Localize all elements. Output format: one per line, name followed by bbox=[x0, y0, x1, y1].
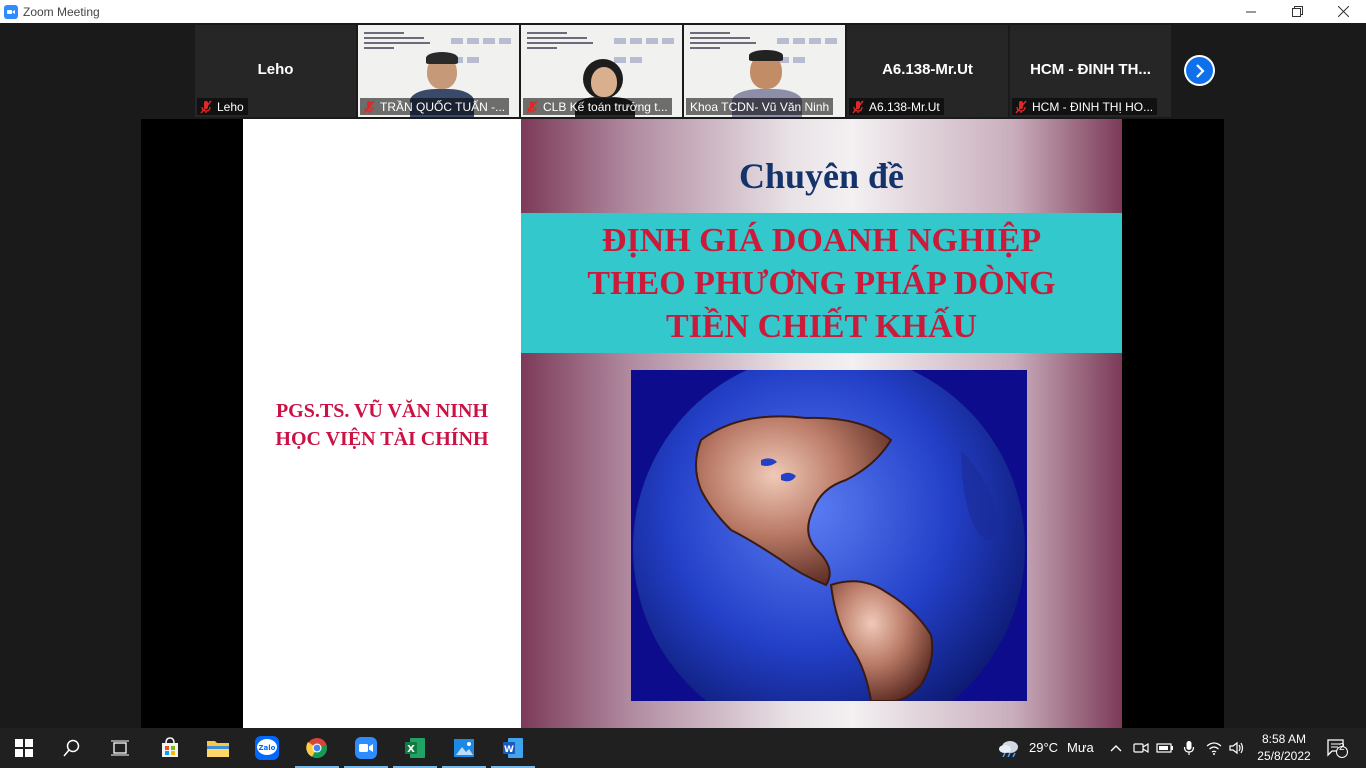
participant-label-text: Leho bbox=[217, 99, 244, 114]
participant-label: A6.138-Mr.Ut bbox=[849, 98, 944, 115]
svg-text:Zalo: Zalo bbox=[258, 744, 275, 752]
participant-tile[interactable]: TRẦN QUỐC TUẤN -... bbox=[358, 25, 519, 117]
title-bar: Zoom Meeting bbox=[0, 0, 1366, 23]
file-explorer-icon[interactable] bbox=[194, 728, 242, 768]
participant-tile[interactable]: HCM - ĐINH TH... HCM - ĐINH THỊ HO... bbox=[1010, 25, 1171, 117]
participant-tile-active-speaker[interactable]: Khoa TCDN- Vũ Văn Ninh bbox=[684, 25, 845, 117]
participant-label: CLB Kế toán trưởng t... bbox=[523, 98, 672, 115]
minimize-button[interactable] bbox=[1228, 0, 1274, 23]
meet-now-icon[interactable] bbox=[1130, 728, 1152, 768]
participant-label-text: TRẦN QUỐC TUẤN -... bbox=[380, 99, 506, 114]
participant-label: Leho bbox=[197, 98, 248, 115]
word-icon[interactable]: W bbox=[489, 728, 537, 768]
weather-description[interactable]: Mưa bbox=[1067, 740, 1094, 755]
mic-muted-icon bbox=[200, 100, 212, 113]
slide-title-line: ĐỊNH GIÁ DOANH NGHIỆP bbox=[601, 222, 1042, 259]
participant-label: Khoa TCDN- Vũ Văn Ninh bbox=[686, 98, 834, 115]
chevron-up-icon[interactable] bbox=[1106, 728, 1126, 768]
start-icon[interactable] bbox=[0, 728, 48, 768]
mic-muted-icon bbox=[1015, 100, 1027, 113]
search-icon[interactable] bbox=[48, 728, 96, 768]
svg-text:X: X bbox=[407, 744, 415, 755]
slide-right-panel: Chuyên đề ĐỊNH GIÁ DOANH NGHIỆP THEO PHƯ… bbox=[521, 119, 1122, 728]
battery-icon[interactable] bbox=[1154, 728, 1176, 768]
meeting-area: Leho Leho TRẦN QUỐC TUẤN -... CLB Kế toá… bbox=[0, 23, 1366, 728]
zoom-icon[interactable] bbox=[342, 728, 390, 768]
mic-muted-icon bbox=[852, 100, 864, 113]
slide-left-panel: PGS.TS. VŨ VĂN NINH HỌC VIỆN TÀI CHÍNH bbox=[243, 119, 521, 728]
task-view-icon[interactable] bbox=[96, 728, 144, 768]
participant-label-text: A6.138-Mr.Ut bbox=[869, 99, 940, 114]
slide-title-band: ĐỊNH GIÁ DOANH NGHIỆP THEO PHƯƠNG PHÁP D… bbox=[521, 213, 1122, 353]
participant-label-text: HCM - ĐINH THỊ HO... bbox=[1032, 99, 1154, 114]
participant-tile[interactable]: CLB Kế toán trưởng t... bbox=[521, 25, 682, 117]
close-button[interactable] bbox=[1320, 0, 1366, 23]
participant-label-text: Khoa TCDN- Vũ Văn Ninh bbox=[690, 99, 830, 114]
mic-muted-icon bbox=[363, 100, 375, 113]
window-title: Zoom Meeting bbox=[23, 4, 100, 19]
mic-muted-icon bbox=[526, 100, 538, 113]
excel-icon[interactable]: X bbox=[391, 728, 439, 768]
shared-screen: PGS.TS. VŨ VĂN NINH HỌC VIỆN TÀI CHÍNH C… bbox=[141, 119, 1224, 728]
participant-name: HCM - ĐINH TH... bbox=[1030, 61, 1151, 78]
clock-date: 25/8/2022 bbox=[1257, 749, 1311, 763]
weather-icon[interactable] bbox=[996, 728, 1022, 768]
next-participants-button[interactable] bbox=[1184, 55, 1215, 86]
windows-taskbar: Zalo X W 29°C Mưa 8:58 AM 25/8/2022 2 bbox=[0, 728, 1366, 768]
system-clock[interactable]: 8:58 AM 25/8/2022 bbox=[1250, 731, 1318, 765]
participant-label: HCM - ĐINH THỊ HO... bbox=[1012, 98, 1158, 115]
presentation-slide: PGS.TS. VŨ VĂN NINH HỌC VIỆN TÀI CHÍNH C… bbox=[243, 119, 1122, 728]
slide-title-line: THEO PHƯƠNG PHÁP DÒNG bbox=[587, 265, 1056, 302]
globe-image bbox=[631, 370, 1027, 701]
clock-time: 8:58 AM bbox=[1261, 732, 1307, 746]
participant-tile[interactable]: A6.138-Mr.Ut A6.138-Mr.Ut bbox=[847, 25, 1008, 117]
notification-count: 2 bbox=[1339, 742, 1345, 753]
microphone-icon[interactable] bbox=[1178, 728, 1200, 768]
participant-strip: Leho Leho TRẦN QUỐC TUẤN -... CLB Kế toá… bbox=[195, 25, 1171, 117]
author-institution: HỌC VIỆN TÀI CHÍNH bbox=[275, 428, 489, 450]
weather-temperature[interactable]: 29°C bbox=[1029, 740, 1058, 755]
restore-button[interactable] bbox=[1274, 0, 1320, 23]
slide-title-line: TIỀN CHIẾT KHẤU bbox=[665, 308, 978, 345]
svg-text:W: W bbox=[504, 745, 514, 755]
notification-center-icon[interactable]: 2 bbox=[1320, 728, 1354, 768]
slide-author: PGS.TS. VŨ VĂN NINH HỌC VIỆN TÀI CHÍNH bbox=[243, 397, 521, 453]
wifi-icon[interactable] bbox=[1203, 728, 1225, 768]
participant-tile[interactable]: Leho Leho bbox=[195, 25, 356, 117]
zalo-icon[interactable]: Zalo bbox=[243, 728, 291, 768]
photos-icon[interactable] bbox=[440, 728, 488, 768]
store-icon[interactable] bbox=[146, 728, 194, 768]
slide-heading: Chuyên đề bbox=[738, 156, 905, 196]
window-controls bbox=[1228, 0, 1366, 23]
chrome-icon[interactable] bbox=[293, 728, 341, 768]
volume-icon[interactable] bbox=[1226, 728, 1248, 768]
chevron-right-icon bbox=[1186, 57, 1213, 84]
participant-label-text: CLB Kế toán trưởng t... bbox=[543, 99, 668, 114]
participant-name: A6.138-Mr.Ut bbox=[882, 61, 973, 78]
author-name: PGS.TS. VŨ VĂN NINH bbox=[275, 400, 489, 422]
video-background-banner bbox=[527, 29, 677, 63]
participant-label: TRẦN QUỐC TUẤN -... bbox=[360, 98, 510, 115]
zoom-app-icon bbox=[4, 4, 18, 19]
participant-name: Leho bbox=[257, 61, 294, 78]
